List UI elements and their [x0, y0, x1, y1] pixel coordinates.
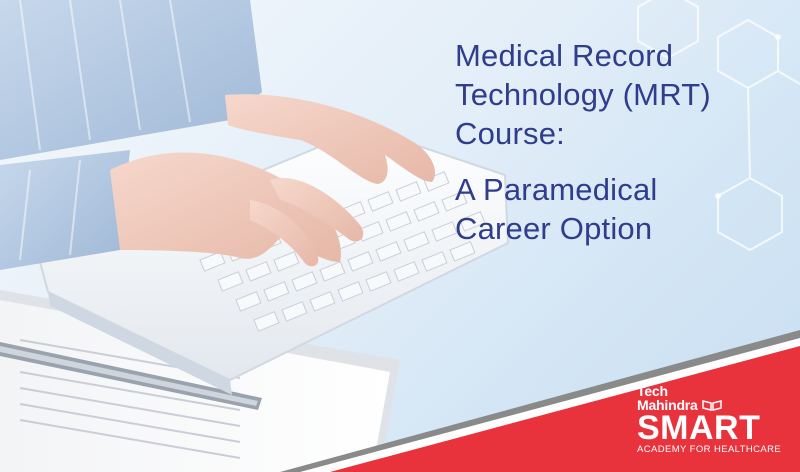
- brand-smart: SMART: [637, 409, 761, 447]
- headline-line-3: Course:: [455, 116, 565, 151]
- headline-line-4: A Paramedical: [455, 172, 658, 207]
- headline-line-2: Technology (MRT): [455, 77, 711, 112]
- headline-line-5: Career Option: [455, 211, 653, 246]
- brand-tagline: ACADEMY FOR HEALTHCARE: [637, 444, 782, 455]
- headline: Medical Record Technology (MRT) Course: …: [455, 36, 785, 248]
- promo-banner: Medical Record Technology (MRT) Course: …: [0, 0, 800, 472]
- brand-logo: Tech Mahindra SMART ACADEMY FOR HEALTHCA…: [637, 384, 782, 456]
- headline-line-1: Medical Record: [455, 38, 674, 73]
